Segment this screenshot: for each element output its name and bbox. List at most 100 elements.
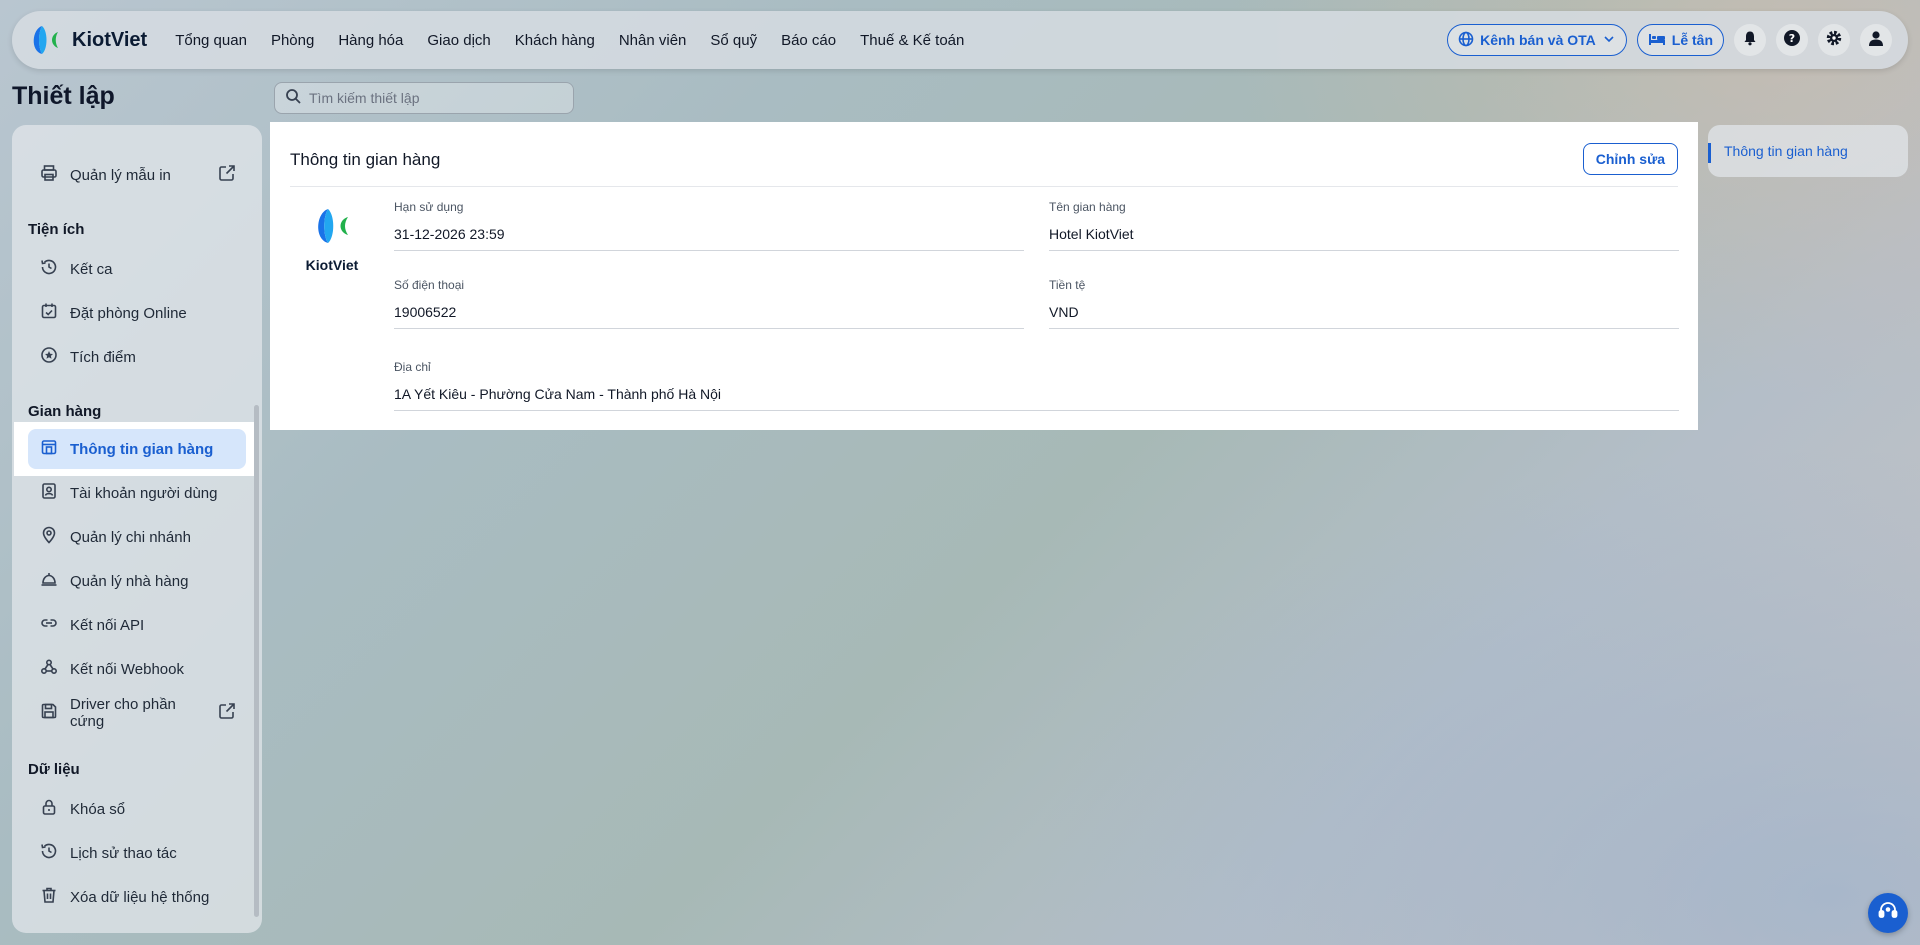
external-link-icon (218, 702, 236, 724)
sidebar-item-user-accounts[interactable]: Tài khoản người dùng (28, 473, 246, 513)
field-store-name: Tên gian hàng Hotel KiotViet (1049, 200, 1679, 251)
history-icon (40, 842, 58, 864)
field-label: Tên gian hàng (1049, 200, 1126, 214)
phone-value: 19006522 (394, 304, 1024, 329)
card-title: Thông tin gian hàng (290, 150, 441, 169)
chevron-down-icon (1602, 32, 1616, 49)
settings-search (274, 82, 574, 114)
anchor-store-info[interactable]: Thông tin gian hàng (1724, 143, 1848, 159)
sidebar-item-label: Kết nối Webhook (70, 660, 184, 678)
sidebar-item-online-booking[interactable]: Đặt phòng Online (28, 293, 246, 333)
field-address: Địa chỉ 1A Yết Kiêu - Phường Cửa Nam - T… (394, 360, 1679, 411)
sidebar-scrollbar[interactable] (254, 405, 259, 917)
main-menu: Tổng quan Phòng Hàng hóa Giao dịch Khách… (175, 32, 964, 49)
nav-overview[interactable]: Tổng quan (175, 32, 247, 49)
webhook-icon (40, 658, 58, 680)
sidebar-item-label: Tích điểm (70, 348, 136, 366)
reception-label: Lễ tân (1671, 32, 1713, 48)
settings-search-input[interactable] (309, 90, 549, 106)
section-utilities: Tiện ích (28, 221, 85, 238)
reception-button[interactable]: Lễ tân (1636, 24, 1724, 56)
headset-icon (1877, 900, 1899, 927)
app-logo[interactable]: KiotViet (28, 23, 147, 57)
field-phone: Số điện thoại 19006522 (394, 278, 1024, 329)
bed-icon (1648, 31, 1666, 50)
field-label: Tiền tệ (1049, 278, 1086, 292)
field-label: Địa chỉ (394, 360, 431, 374)
user-badge-icon (40, 482, 58, 504)
sales-channel-label: Kênh bán và OTA (1480, 32, 1596, 48)
field-expiry: Hạn sử dụng 31-12-2026 23:59 (394, 200, 1024, 251)
help-button[interactable]: ? (1776, 24, 1808, 56)
store-logo: KiotViet (302, 206, 362, 273)
store-info-panel: Thông tin gian hàng Chỉnh sửa KiotViet H… (270, 122, 1698, 430)
account-button[interactable] (1860, 24, 1892, 56)
sidebar-item-hardware-driver[interactable]: Driver cho phần cứng (28, 693, 246, 733)
bell-icon (1742, 30, 1758, 51)
sidebar-item-lock-books[interactable]: Khóa sổ (28, 789, 246, 829)
store-info-card: Thông tin gian hàng Chỉnh sửa KiotViet H… (274, 126, 1694, 426)
sidebar-item-label: Thông tin gian hàng (70, 440, 214, 458)
history-icon (40, 258, 58, 280)
currency-value: VND (1049, 304, 1679, 329)
sidebar-item-delete-system-data[interactable]: Xóa dữ liệu hệ thống (28, 877, 246, 917)
logo-text: KiotViet (305, 257, 359, 273)
active-indicator (1708, 143, 1711, 163)
sidebar-item-shift-close[interactable]: Kết ca (28, 249, 246, 289)
link-icon (40, 614, 58, 636)
edit-button[interactable]: Chỉnh sửa (1582, 143, 1678, 175)
section-store: Gian hàng (28, 403, 102, 420)
sidebar-item-api-connection[interactable]: Kết nối API (28, 605, 246, 645)
sidebar-item-label: Kết ca (70, 260, 113, 278)
store-icon (40, 438, 58, 460)
help-icon: ? (1783, 29, 1801, 52)
map-pin-icon (40, 526, 58, 548)
user-icon (1867, 29, 1885, 52)
settings-sidebar: Quản lý mẫu in Tiện ích Kết ca Đặt phòng… (12, 125, 262, 933)
sidebar-item-store-info[interactable]: Thông tin gian hàng (28, 429, 246, 469)
nav-rooms[interactable]: Phòng (271, 32, 314, 49)
cloche-icon (40, 570, 58, 592)
sidebar-item-print-templates[interactable]: Quản lý mẫu in (28, 155, 246, 195)
sidebar-item-webhook-connection[interactable]: Kết nối Webhook (28, 649, 246, 689)
nav-customers[interactable]: Khách hàng (515, 32, 595, 49)
sidebar-item-label: Tài khoản người dùng (70, 484, 218, 502)
lock-icon (40, 798, 58, 820)
section-anchor-nav: Thông tin gian hàng (1708, 125, 1908, 177)
globe-icon (1458, 31, 1474, 50)
svg-text:?: ? (1789, 32, 1795, 45)
settings-button[interactable] (1818, 24, 1850, 56)
sidebar-item-loyalty-points[interactable]: Tích điểm (28, 337, 246, 377)
sidebar-item-label: Lịch sử thao tác (70, 844, 177, 862)
divider (290, 186, 1678, 187)
top-navigation-bar: KiotViet Tổng quan Phòng Hàng hóa Giao d… (12, 11, 1908, 69)
sales-channel-dropdown[interactable]: Kênh bán và OTA (1447, 24, 1627, 56)
sidebar-item-activity-history[interactable]: Lịch sử thao tác (28, 833, 246, 873)
field-currency: Tiền tệ VND (1049, 278, 1679, 329)
nav-goods[interactable]: Hàng hóa (338, 32, 403, 49)
sidebar-item-label: Đặt phòng Online (70, 304, 187, 322)
notifications-button[interactable] (1734, 24, 1766, 56)
save-disk-icon (40, 702, 58, 724)
printer-icon (40, 164, 58, 186)
external-link-icon (218, 164, 236, 186)
sidebar-item-label: Driver cho phần cứng (70, 696, 176, 730)
nav-transactions[interactable]: Giao dịch (427, 32, 490, 49)
sidebar-item-label: Khóa sổ (70, 800, 126, 818)
store-name-value: Hotel KiotViet (1049, 226, 1679, 251)
page-title: Thiết lập (12, 82, 115, 110)
support-chat-button[interactable] (1868, 893, 1908, 933)
nav-reports[interactable]: Báo cáo (781, 32, 836, 49)
sidebar-item-restaurants[interactable]: Quản lý nhà hàng (28, 561, 246, 601)
field-label: Hạn sử dụng (394, 200, 464, 214)
field-label: Số điện thoại (394, 278, 465, 292)
app-name: KiotViet (72, 28, 148, 51)
nav-tax-accounting[interactable]: Thuế & Kế toán (860, 32, 964, 49)
kiotviet-logo-icon (28, 23, 62, 57)
sidebar-item-branches[interactable]: Quản lý chi nhánh (28, 517, 246, 557)
nav-staff[interactable]: Nhân viên (619, 32, 687, 49)
star-badge-icon (40, 346, 58, 368)
nav-cashbook[interactable]: Sổ quỹ (710, 32, 757, 49)
sidebar-item-label: Quản lý nhà hàng (70, 572, 189, 590)
sidebar-item-label: Quản lý mẫu in (70, 166, 171, 184)
